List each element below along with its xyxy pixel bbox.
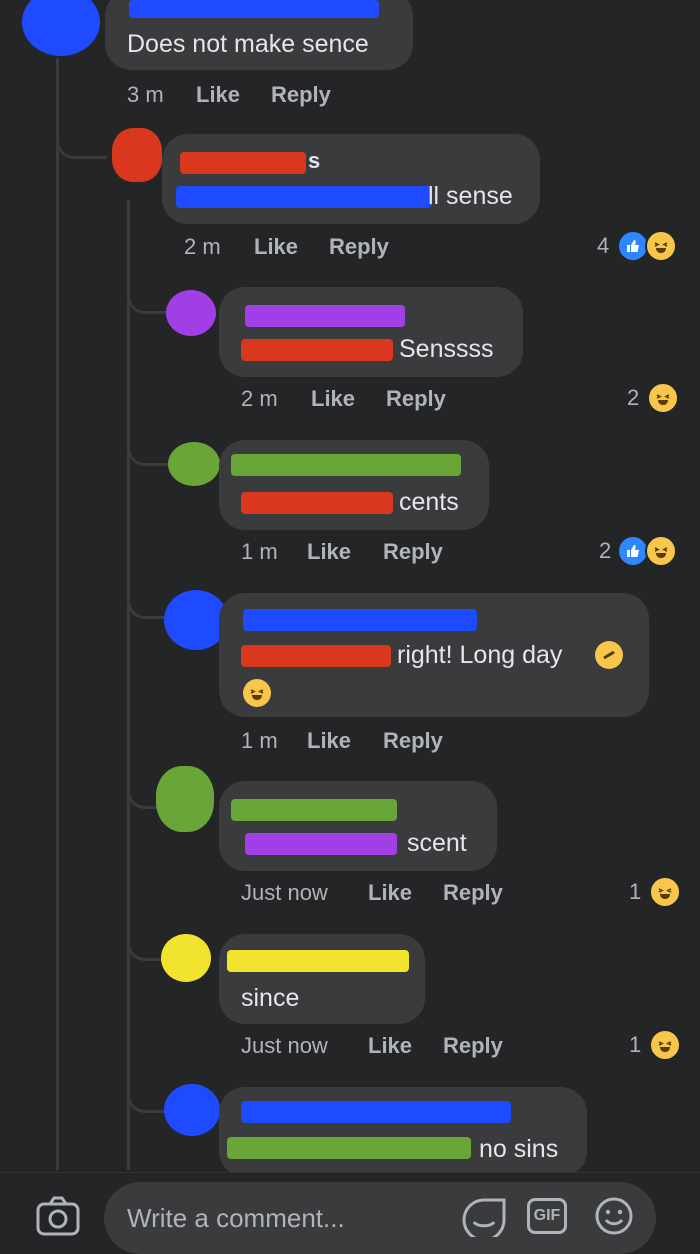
reply-button[interactable]: Reply: [386, 386, 446, 412]
redacted-name: [231, 454, 461, 476]
redacted-name: [243, 609, 477, 631]
avatar[interactable]: [112, 128, 162, 182]
comment-text: Senssss: [399, 335, 494, 363]
comment-time: Just now: [241, 880, 328, 905]
reaction-count: 2: [599, 538, 612, 563]
thread-connector: [127, 425, 170, 466]
reaction-count: 1: [629, 1032, 642, 1057]
like-button[interactable]: Like: [368, 880, 412, 906]
comment-bubble: scent: [219, 781, 497, 871]
reply-button[interactable]: Reply: [383, 539, 443, 565]
comment-time: 1 m: [241, 728, 278, 753]
redacted-mention: [241, 339, 393, 361]
redacted-mention: [241, 492, 393, 514]
redacted-name: [245, 305, 405, 327]
haha-emoji-icon: [645, 230, 678, 262]
haha-emoji-icon: [649, 876, 682, 908]
reaction-summary[interactable]: 4: [597, 230, 678, 262]
thread-connector: [127, 578, 170, 619]
redacted-name: [241, 1101, 511, 1123]
commenter-name-visible: s: [308, 148, 321, 173]
comment-bubble: no sins: [219, 1087, 587, 1177]
comment-text: right! Long day: [397, 641, 563, 669]
redacted-mention: [241, 645, 391, 667]
comment-text: Does not make sence: [127, 30, 369, 58]
comment-time: 1 m: [241, 539, 278, 564]
comment-bubble: right! Long day: [219, 593, 649, 717]
gif-label: GIF: [533, 1207, 561, 1224]
redacted-name: [129, 0, 379, 18]
like-button[interactable]: Like: [196, 82, 240, 108]
reaction-count: 1: [629, 879, 642, 904]
redacted-mention: [176, 186, 432, 208]
laughing-emoji-icon: [243, 679, 271, 707]
thread-line-nested: [127, 200, 130, 1170]
thread-connector: [127, 275, 170, 314]
comment-bubble: Senssss: [219, 287, 523, 377]
reply-button[interactable]: Reply: [383, 728, 443, 754]
reaction-count: 4: [597, 233, 610, 258]
avatar[interactable]: [161, 934, 211, 982]
comment-text: cents: [399, 488, 459, 516]
reaction-summary[interactable]: 2: [627, 382, 680, 414]
redacted-mention: [227, 1137, 471, 1159]
avatar[interactable]: [166, 290, 216, 336]
comment-text: no sins: [479, 1135, 559, 1163]
reply-button[interactable]: Reply: [443, 1033, 503, 1059]
comment-text: since: [241, 984, 300, 1012]
reply-button[interactable]: Reply: [271, 82, 331, 108]
comment-text: ll sense: [428, 182, 513, 210]
avatar[interactable]: [164, 1084, 220, 1136]
like-button[interactable]: Like: [307, 539, 351, 565]
like-button[interactable]: Like: [368, 1033, 412, 1059]
comment-time: 2 m: [184, 234, 221, 259]
haha-emoji-icon: [645, 535, 678, 567]
gif-button[interactable]: GIF: [527, 1198, 567, 1234]
reply-button[interactable]: Reply: [329, 234, 389, 260]
sticker-icon[interactable]: [462, 1198, 506, 1242]
thread-connector: [56, 120, 107, 159]
avatar[interactable]: [168, 442, 220, 486]
comment-input-placeholder: Write a comment...: [127, 1203, 345, 1233]
like-button[interactable]: Like: [307, 728, 351, 754]
comment-text: scent: [407, 829, 467, 857]
like-button[interactable]: Like: [254, 234, 298, 260]
redacted-name: [180, 152, 306, 174]
like-button[interactable]: Like: [311, 386, 355, 412]
avatar[interactable]: [22, 0, 100, 56]
haha-emoji-icon: [647, 382, 680, 414]
thread-line-main: [56, 58, 59, 1170]
reaction-count: 2: [627, 385, 640, 410]
comment-bubble: cents: [219, 440, 489, 530]
comment-bubble: s ll sense: [162, 134, 540, 224]
comment-bubble: Does not make sence: [105, 0, 413, 70]
comment-time: 2 m: [241, 386, 278, 411]
reaction-summary[interactable]: 2: [599, 535, 678, 567]
emoji-icon[interactable]: [594, 1196, 634, 1236]
comment-bubble: since: [219, 934, 425, 1024]
reply-button[interactable]: Reply: [443, 880, 503, 906]
haha-emoji-icon: [649, 1029, 682, 1061]
redacted-name: [231, 799, 397, 821]
reaction-summary[interactable]: 1: [629, 1029, 682, 1061]
rofl-emoji-icon: [595, 641, 623, 669]
reaction-summary[interactable]: 1: [629, 876, 682, 908]
redacted-mention: [245, 833, 397, 855]
comment-time: Just now: [241, 1033, 328, 1058]
camera-icon[interactable]: [36, 1196, 80, 1236]
avatar[interactable]: [156, 766, 214, 832]
redacted-name: [227, 950, 409, 972]
comment-time: 3 m: [127, 82, 164, 107]
